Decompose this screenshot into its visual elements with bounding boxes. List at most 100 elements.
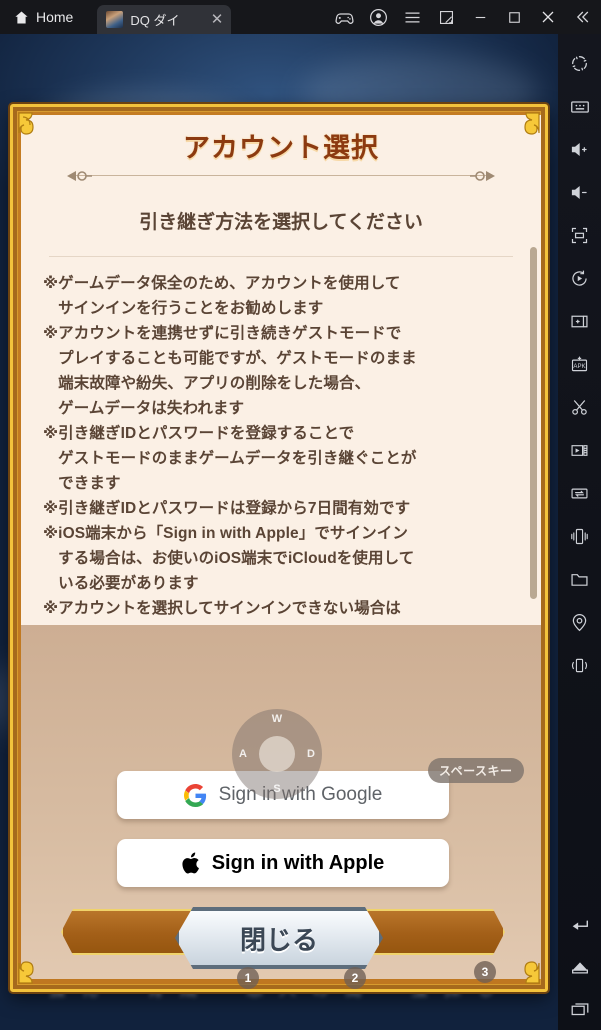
tab-favicon: [106, 11, 124, 28]
fullscreen-icon[interactable]: [558, 214, 601, 257]
note-text: ゲームデータ保全のため、アカウントを使用して サインインを行うことをお勧めします: [58, 271, 519, 321]
home-icon: [14, 10, 29, 25]
note-line: アカウントを連携せずに引き続きゲストモードで: [58, 325, 402, 342]
note-marker: ※: [43, 500, 59, 517]
note-marker: ※: [43, 325, 59, 342]
corner-ornament-icon: [507, 111, 541, 145]
key-hint-1[interactable]: 1: [237, 967, 259, 989]
corner-ornament-icon: [507, 951, 541, 985]
note-text: アカウントを連携せずに引き続きゲストモードで プレイすることも可能ですが、ゲストモ…: [58, 321, 519, 421]
corner-ornament-icon: [17, 951, 51, 985]
note-text: アカウントを選択してサインインできない場合は: [58, 596, 519, 621]
google-logo-icon: [183, 783, 207, 807]
volume-up-icon[interactable]: [558, 128, 601, 171]
apple-logo-icon: [182, 851, 203, 876]
gamepad-icon[interactable]: [327, 0, 361, 34]
tab-title: DQ ダイ: [130, 13, 180, 28]
note-text: iOS端末から「Sign in with Apple」でサインイン する場合は、お…: [58, 521, 519, 596]
note-line: できます: [58, 475, 121, 492]
volume-down-icon[interactable]: [558, 171, 601, 214]
divider-line: [73, 175, 489, 176]
note-item: ※ 引き継ぎIDとパスワードを登録することで ゲストモードのままゲームデータを引き継…: [43, 421, 519, 496]
svg-text:APK: APK: [573, 363, 585, 370]
rotate-icon[interactable]: [558, 257, 601, 300]
window-titlebar: Home DQ ダイ ✕: [0, 0, 601, 34]
notes-list: ※ ゲームデータ保全のため、アカウントを使用して サインインを行うことをお勧めします…: [43, 271, 519, 621]
wasd-key-up: W: [271, 713, 283, 725]
dialog-subtitle: 引き継ぎ方法を選択してください: [139, 212, 423, 233]
shake-icon[interactable]: [558, 515, 601, 558]
space-key-label: スペースキー: [439, 764, 513, 778]
wasd-key-left: A: [239, 748, 247, 760]
note-item: ※ アカウントを選択してサインインできない場合は: [43, 596, 519, 621]
folder-icon[interactable]: [558, 558, 601, 601]
menu-icon[interactable]: [395, 0, 429, 34]
home-icon[interactable]: [558, 944, 601, 987]
note-line: する場合は、お使いのiOS端末でiCloudを使用して: [58, 550, 415, 567]
note-line: ゲームデータ保全のため、アカウントを使用して: [58, 275, 401, 292]
close-button-label: 閉じる: [239, 924, 318, 955]
titlebar-icon-group: [327, 0, 601, 34]
note-line: サインインを行うことをお勧めします: [58, 300, 324, 317]
note-text: 引き継ぎIDとパスワードを登録することで ゲストモードのままゲームデータを引き継ぐ…: [58, 421, 519, 496]
minimize-icon[interactable]: [463, 0, 497, 34]
scissors-icon[interactable]: [558, 386, 601, 429]
install-apk-icon[interactable]: APK: [558, 343, 601, 386]
note-item: ※ iOS端末から「Sign in with Apple」でサインイン する場合は、…: [43, 521, 519, 596]
note-line: いる必要があります: [58, 575, 199, 592]
note-line: ゲストモードのままゲームデータを引き継ぐことが: [58, 450, 417, 467]
space-key-hint[interactable]: スペースキー: [428, 758, 524, 783]
divider-ornament-icon: [451, 167, 497, 185]
note-marker: ※: [43, 600, 59, 617]
note-item: ※ 引き継ぎIDとパスワードは登録から7日間有効です: [43, 496, 519, 521]
back-icon[interactable]: [558, 901, 601, 944]
note-item: ※ アカウントを連携せずに引き続きゲストモードで プレイすることも可能ですが、ゲスト…: [43, 321, 519, 421]
maximize-icon[interactable]: [497, 0, 531, 34]
wasd-key-right: D: [307, 748, 315, 760]
account-icon[interactable]: [361, 0, 395, 34]
dialog-header: アカウント選択: [21, 115, 541, 175]
divider-ornament-icon: [65, 167, 111, 185]
note-item: ※ ゲームデータ保全のため、アカウントを使用して サインインを行うことをお勧めします: [43, 271, 519, 321]
add-instance-icon[interactable]: [558, 300, 601, 343]
collapse-sidebar-icon[interactable]: [565, 0, 599, 34]
record-video-icon[interactable]: [558, 429, 601, 472]
key-hint-2[interactable]: 2: [344, 967, 366, 989]
wasd-key-down: S: [273, 783, 281, 795]
sync-icon[interactable]: [558, 472, 601, 515]
sign-in-with-apple-button[interactable]: Sign in with Apple: [117, 839, 449, 887]
note-line: ゲームデータは失われます: [58, 400, 245, 417]
account-selection-dialog: アカウント選択 引き継ぎ方法を選択してください ※ ゲームデータ保全のため、アカ…: [10, 104, 548, 992]
dialog-title: アカウント選択: [183, 132, 379, 163]
location-icon[interactable]: [558, 601, 601, 644]
corner-ornament-icon: [17, 111, 51, 145]
recent-apps-icon[interactable]: [558, 987, 601, 1030]
note-line: 端末故障や紛失、アプリの削除をした場合、: [58, 375, 371, 392]
note-line: プレイすることも可能ですが、ゲストモードのまま: [58, 350, 417, 367]
browser-tab-dq-dai[interactable]: DQ ダイ ✕: [97, 5, 232, 34]
close-dialog-button[interactable]: 閉じる: [175, 907, 383, 969]
dialog-body[interactable]: 引き継ぎ方法を選択してください ※ ゲームデータ保全のため、アカウントを使用してサ…: [21, 185, 541, 625]
wasd-control-overlay[interactable]: W A S D: [232, 709, 322, 799]
close-window-icon[interactable]: [531, 0, 565, 34]
emulator-sidebar: APK: [558, 34, 601, 1030]
note-text: 引き継ぎIDとパスワードは登録から7日間有効です: [58, 496, 519, 521]
note-marker: ※: [43, 275, 59, 292]
body-scrollbar-thumb[interactable]: [530, 247, 537, 599]
note-line: 引き継ぎIDとパスワードは登録から7日間有効です: [58, 500, 411, 517]
app-root: 強化・育成 思人の間 宝探し アカウント選: [0, 0, 601, 1030]
vibrate-icon[interactable]: [558, 644, 601, 687]
restore-down-icon[interactable]: [429, 0, 463, 34]
note-marker: ※: [43, 525, 59, 542]
note-marker: ※: [43, 425, 59, 442]
note-line: iOS端末から「Sign in with Apple」でサインイン: [58, 525, 408, 542]
apple-button-label: Sign in with Apple: [211, 851, 385, 874]
close-icon[interactable]: ✕: [209, 12, 226, 27]
fullscreen-gear-icon[interactable]: [558, 42, 601, 85]
home-tab-label: Home: [36, 9, 74, 25]
home-tab-button[interactable]: Home: [0, 0, 89, 34]
keyboard-icon[interactable]: [558, 85, 601, 128]
title-divider: [21, 167, 541, 185]
subtitle-rule: [49, 256, 513, 257]
key-hint-3[interactable]: 3: [474, 961, 496, 983]
